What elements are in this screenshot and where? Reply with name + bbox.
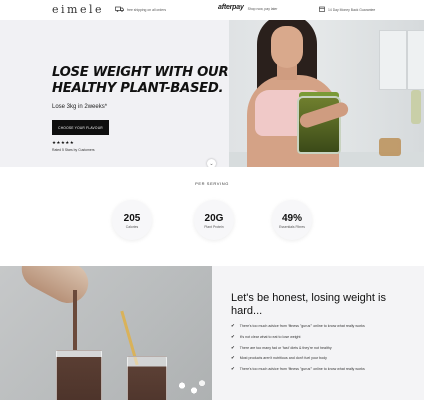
rating-stars: ★★★★★	[52, 140, 75, 145]
chevron-down-icon: ⌄	[209, 160, 214, 167]
check-icon: ✔	[231, 333, 235, 339]
stat-value: 49%	[281, 213, 302, 224]
honest-title: Let's be honest, losing weight is hard..…	[231, 292, 386, 317]
afterpay-text: Shop now, pay later	[247, 6, 278, 11]
per-serving-heading: PER SERVING	[195, 181, 229, 186]
shipping-info: free shipping on all orders	[115, 6, 166, 13]
list-item: ✔ Most products aren't nutritious and don…	[231, 356, 411, 361]
check-icon: ✔	[231, 344, 235, 350]
shake-image	[0, 266, 212, 400]
jar-prop	[379, 138, 401, 156]
list-item-text: It's not clear what to eat to lose weigh…	[239, 334, 301, 339]
list-item-text: There's too much advice from 'fitness "g…	[239, 324, 365, 328]
afterpay-logo: afterpay	[218, 4, 244, 11]
honest-section: Let's be honest, losing weight is hard..…	[212, 266, 424, 400]
pain-points-list: ✔ There's too much advice from 'fitness "…	[231, 323, 411, 378]
window-pane	[407, 30, 424, 90]
list-item: ✔ There's too much advice from 'fitness "…	[231, 323, 411, 329]
list-item: ✔ There are too many fad or 'fast' diets …	[231, 344, 411, 351]
glass	[127, 356, 167, 400]
check-icon: ✔	[231, 355, 235, 361]
list-item-text: There's too much advice from 'fitness "g…	[239, 367, 365, 372]
hero-image	[229, 20, 424, 167]
brand-logo[interactable]: eimele	[52, 3, 104, 16]
hero-section: LOSE WEIGHT WITH OUR HEALTHY PLANT-BASED…	[0, 20, 424, 167]
stat-label: Calories	[125, 225, 139, 229]
list-item-text: There are too many fad or 'fast' diets &…	[239, 345, 332, 350]
check-icon: ✔	[231, 366, 235, 372]
stat-value: 20G	[204, 213, 224, 224]
stat-protein: 20G Plant Protein	[194, 200, 234, 240]
hero-title: LOSE WEIGHT WITH OUR HEALTHY PLANT-BASED…	[52, 65, 229, 96]
choose-flavour-button[interactable]: CHOOSE YOUR FLAVOUR	[52, 120, 109, 135]
rating-text: Rated 5 Stars by Customers	[52, 148, 95, 152]
stat-label: Essentials Fibres	[279, 225, 305, 229]
calendar-icon	[319, 6, 325, 13]
guarantee-text: 14 Day Money Back Guarantee	[328, 7, 376, 12]
list-item: ✔ There's too much advice from 'fitness "…	[231, 367, 411, 372]
stat-calories: 205 Calories	[112, 200, 152, 240]
top-bar: eimele free shipping on all orders after…	[0, 0, 424, 20]
guarantee-info: 14 Day Money Back Guarantee	[319, 6, 375, 13]
stat-label: Plant Protein	[204, 225, 224, 229]
pour-stream	[73, 290, 77, 350]
window-pane	[379, 30, 407, 90]
shipping-text: free shipping on all orders	[127, 7, 167, 12]
check-icon: ✔	[231, 323, 235, 328]
shaker-bottle	[14, 266, 96, 311]
flowers	[170, 376, 210, 400]
bottle-prop	[411, 90, 421, 124]
list-item-text: Most products aren't nutritious and don'…	[239, 356, 327, 361]
afterpay-info: afterpay Shop now, pay later	[218, 4, 277, 11]
list-item: ✔ It's not clear what to eat to lose weig…	[231, 333, 411, 340]
stat-value: 205	[123, 213, 141, 224]
hero-subtitle: Lose 3kg in 2weeks*	[52, 104, 108, 110]
truck-icon	[115, 6, 124, 13]
scroll-down-button[interactable]: ⌄	[207, 159, 216, 167]
glass	[56, 350, 102, 400]
model-face	[271, 26, 303, 68]
stat-fibres: 49% Essentials Fibres	[272, 200, 312, 240]
